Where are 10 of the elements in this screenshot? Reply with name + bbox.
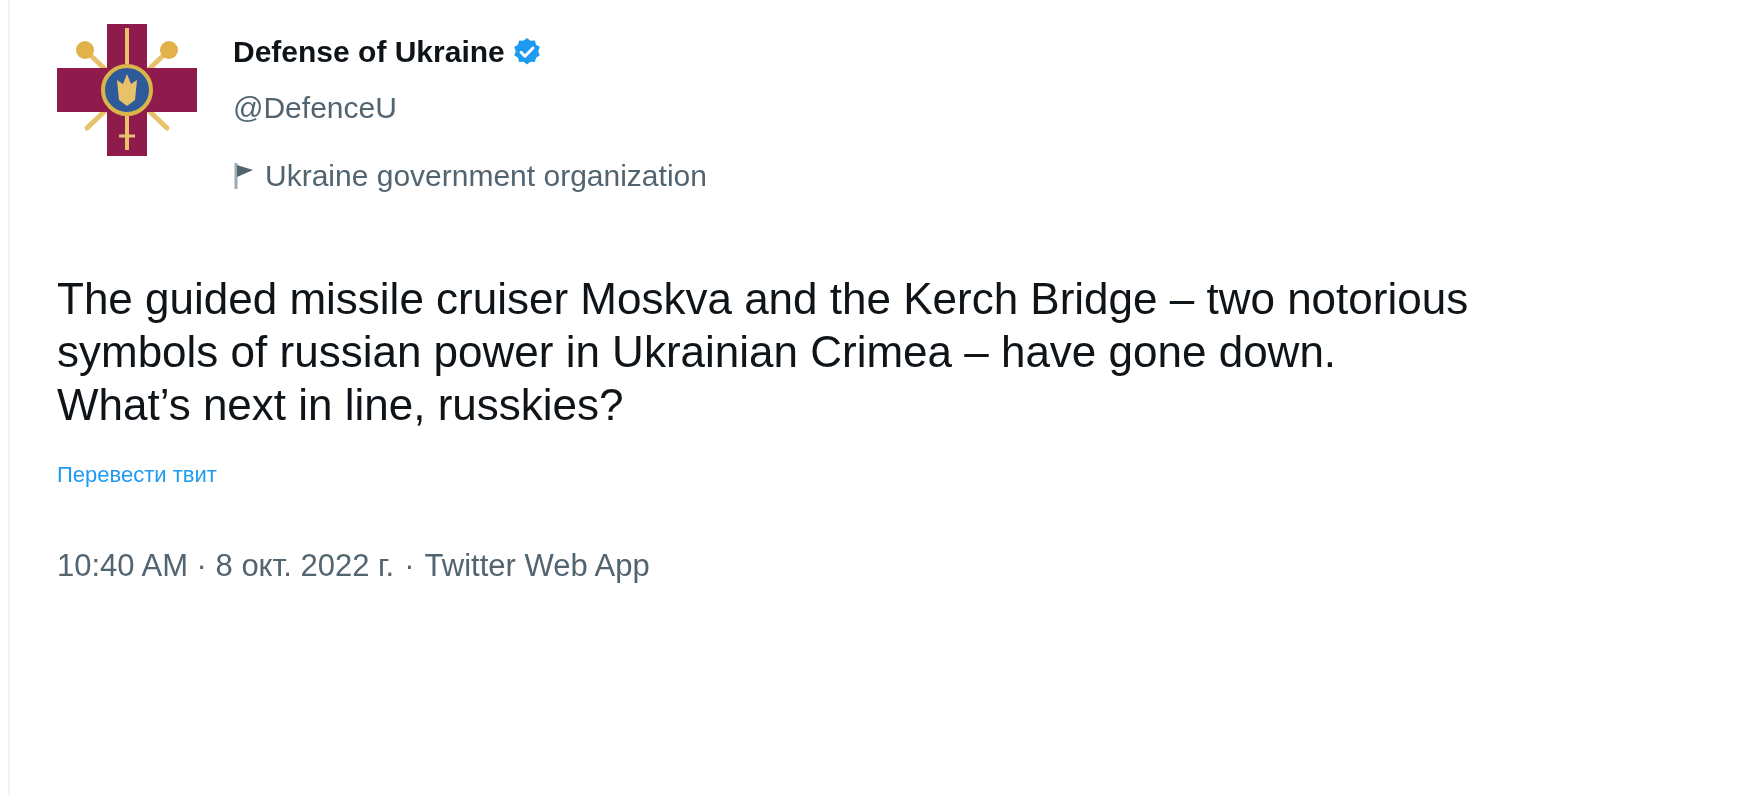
tweet-text: The guided missile cruiser Moskva and the Kerch Bridge – two notorious symbols of russian power in Ukrainian Crimea – have gone down.: [57, 273, 1470, 378]
separator-dot: ·: [404, 547, 415, 585]
tweet-text: What’s next in line, russkies?: [57, 379, 625, 431]
cross-emblem-icon: [57, 24, 197, 156]
timestamp-link[interactable]: 10:40 AM · 8 окт. 2022 г.: [57, 547, 395, 585]
flag-icon: [233, 161, 255, 191]
source-link[interactable]: Twitter Web App: [424, 547, 650, 585]
account-label: Ukraine government organization: [265, 158, 707, 194]
author-handle[interactable]: @DefenceU: [233, 90, 707, 126]
author-name[interactable]: Defense of Ukraine: [233, 34, 505, 70]
